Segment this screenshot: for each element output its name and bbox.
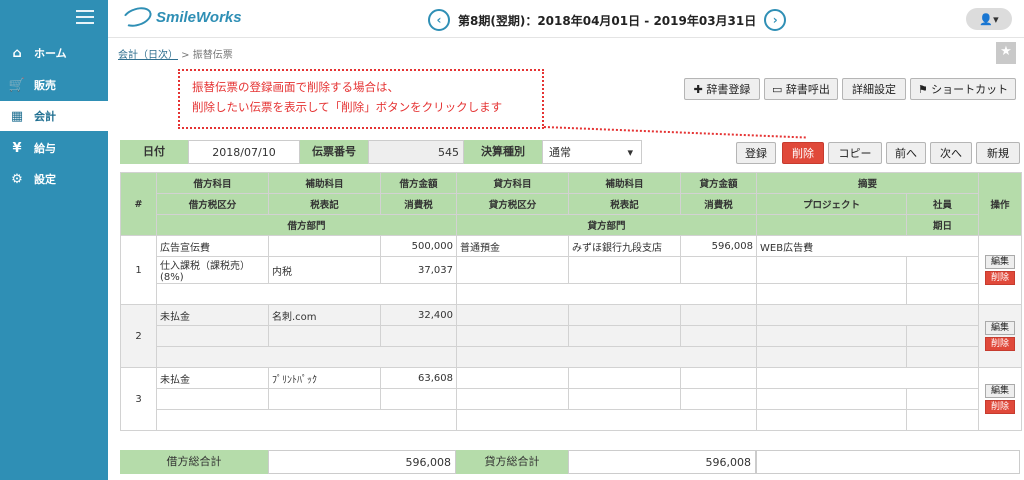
sidebar-item-sales[interactable]: 🛒 販売 [0, 70, 108, 100]
row-edit-button[interactable]: 編集 [985, 255, 1015, 269]
breadcrumb-link[interactable]: 会計（日次） [118, 50, 178, 61]
period-selector: ‹ 第8期(翌期)：2018年04月01日 - 2019年03月31日 › [428, 9, 787, 31]
table-row[interactable]: 3 未払金 ﾌﾟﾘﾝﾄﾊﾟｯｸ 63,608 編集 削除 [120, 367, 1022, 431]
date-label: 日付 [120, 140, 188, 164]
row-edit-button[interactable]: 編集 [985, 321, 1015, 335]
next-period-button[interactable]: › [764, 9, 787, 31]
credit-total-label: 貸方総合計 [456, 450, 568, 474]
table-row[interactable] [121, 346, 1022, 368]
header-row: # 借方科目 補助科目 借方金額 貸方科目 補助科目 貸方金額 摘要 操作 [120, 172, 1022, 236]
table-row[interactable]: 1 広告宣伝費 500,000 普通預金 みずほ銀行九段支店 596,008 W… [120, 235, 1022, 305]
dict-register-button[interactable]: ✚ 辞書登録 [684, 78, 760, 100]
breadcrumb: 会計（日次） > 振替伝票 [118, 50, 233, 61]
logo[interactable]: SmileWorks [119, 3, 242, 31]
home-icon: ⌂ [12, 45, 22, 61]
header-row: 借方税区分 税表記 消費税 貸方税区分 税表記 消費税 プロジェクト 社員 [121, 193, 1022, 215]
sidebar-item-accounting[interactable]: ▦ 会計 [0, 101, 108, 131]
voucher-no-field: 545 [368, 140, 464, 164]
voucher-header: 日付 2018/07/10 伝票番号 545 決算種別 通常 ▾ [120, 140, 642, 164]
next-button[interactable]: 次へ [930, 142, 972, 164]
favorite-star-icon[interactable]: ★ [996, 42, 1016, 64]
sidebar-item-settings[interactable]: ⚙ 設定 [0, 164, 108, 194]
table-row[interactable]: 2 未払金 名刺.com 32,400 編集 削除 [120, 304, 1022, 368]
table-row[interactable] [121, 409, 1022, 431]
top-bar: SmileWorks ‹ 第8期(翌期)：2018年04月01日 - 2019年… [108, 0, 1024, 38]
new-button[interactable]: 新規 [976, 142, 1020, 164]
period-label: 第8期(翌期)：2018年04月01日 - 2019年03月31日 [458, 13, 757, 28]
table-row[interactable] [121, 283, 1022, 305]
sidebar-item-home[interactable]: ⌂ ホーム [0, 38, 108, 68]
row-delete-button[interactable]: 削除 [985, 400, 1015, 414]
row-actions: 編集 削除 [978, 367, 1022, 431]
row-edit-button[interactable]: 編集 [985, 384, 1015, 398]
journal-table: # 借方科目 補助科目 借方金額 貸方科目 補助科目 貸方金額 摘要 操作 借方… [120, 172, 1022, 431]
register-button[interactable]: 登録 [736, 142, 776, 164]
detail-settings-button[interactable]: 詳細設定 [842, 78, 906, 100]
sidebar-item-payroll[interactable]: ¥ 給与 [0, 133, 108, 163]
instruction-callout: 振替伝票の登録画面で削除する場合は、 削除したい伝票を表示して「削除」ボタンをク… [178, 69, 544, 129]
table-row[interactable] [121, 325, 1022, 347]
logo-mark-icon [119, 3, 155, 31]
cart-icon: 🛒 [8, 77, 26, 93]
prev-period-button[interactable]: ‹ [428, 9, 450, 31]
credit-total-value: 596,008 [568, 450, 756, 474]
row-actions: 編集 削除 [978, 304, 1022, 368]
date-field[interactable]: 2018/07/10 [188, 140, 300, 164]
debit-total-value: 596,008 [268, 450, 456, 474]
totals-bar: 借方総合計 596,008 貸方総合計 596,008 [120, 450, 1020, 474]
voucher-no-label: 伝票番号 [300, 140, 368, 164]
delete-button[interactable]: 削除 [782, 142, 824, 164]
totals-filler [756, 450, 1020, 474]
calculator-icon: ▦ [10, 108, 24, 124]
user-menu-button[interactable]: 👤▾ [966, 8, 1012, 30]
copy-button[interactable]: コピー [828, 142, 882, 164]
row-actions: 編集 削除 [978, 235, 1022, 305]
closing-type-select[interactable]: 通常 ▾ [542, 140, 642, 164]
table-row[interactable] [121, 388, 1022, 410]
chevron-down-icon: ▾ [627, 146, 633, 159]
prev-button[interactable]: 前へ [886, 142, 926, 164]
money-bag-icon: ¥ [12, 140, 22, 156]
breadcrumb-current: 振替伝票 [192, 50, 233, 61]
row-delete-button[interactable]: 削除 [985, 271, 1015, 285]
table-row[interactable]: 仕入課税（課税売）(8%) 内税 37,037 [121, 256, 1022, 284]
header-row: 借方部門 貸方部門 期日 [121, 214, 1022, 236]
menu-icon[interactable] [76, 10, 94, 24]
debit-total-label: 借方総合計 [120, 450, 268, 474]
sidebar: ⌂ ホーム 🛒 販売 ▦ 会計 ¥ 給与 ⚙ 設定 [0, 0, 108, 480]
row-delete-button[interactable]: 削除 [985, 337, 1015, 351]
dict-call-button[interactable]: ▭ 辞書呼出 [764, 78, 838, 100]
shortcut-button[interactable]: ⚑ ショートカット [910, 78, 1016, 100]
gear-icon: ⚙ [11, 171, 23, 187]
callout-pointer [543, 126, 806, 139]
closing-type-label: 決算種別 [464, 140, 542, 164]
